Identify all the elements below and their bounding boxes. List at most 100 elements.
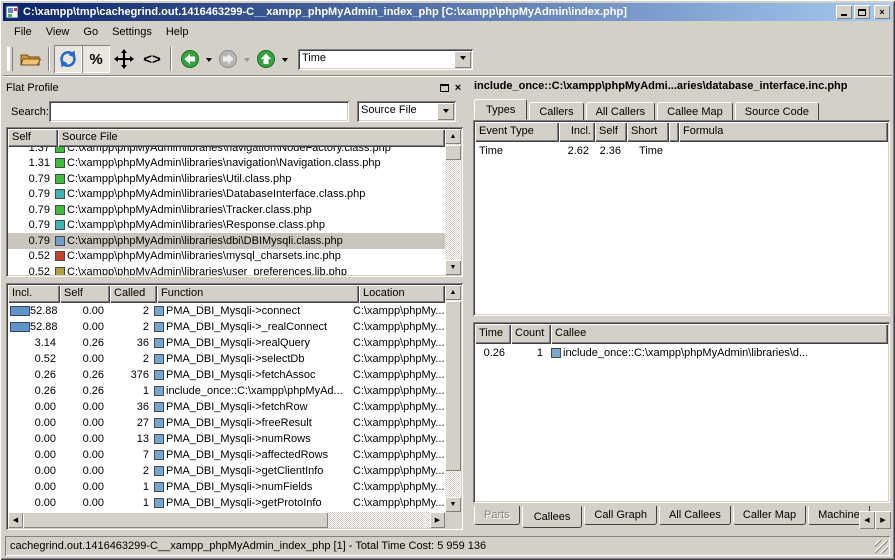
source-file-row[interactable]: 0.79 C:\xampp\phpMyAdmin\libraries\Track… bbox=[8, 202, 445, 218]
source-file-row[interactable]: 0.79 C:\xampp\phpMyAdmin\libraries\Datab… bbox=[8, 187, 445, 203]
function-row[interactable]: 0.00 0.00 13 PMA_DBI_Mysqli->numRows C:\… bbox=[8, 431, 445, 447]
scroll-left-button[interactable]: ◀ bbox=[8, 512, 23, 528]
flat-profile-dock: Flat Profile × Search: Source File Self … bbox=[3, 78, 468, 533]
menu-item[interactable]: Settings bbox=[105, 24, 159, 40]
menu-item[interactable]: File bbox=[7, 24, 39, 40]
detail-bottom-tab[interactable]: Call Graph bbox=[584, 506, 657, 525]
function-row[interactable]: 0.00 0.00 36 PMA_DBI_Mysqli->fetchRow C:… bbox=[8, 399, 445, 415]
relative-to-parent-button[interactable]: <> bbox=[138, 45, 166, 73]
arrow-down-icon: ▼ bbox=[450, 264, 457, 271]
source-file-row[interactable]: 0.52 C:\xampp\phpMyAdmin\libraries\user_… bbox=[8, 264, 445, 275]
scrollbar-thumb[interactable] bbox=[23, 512, 328, 528]
column-header-formula[interactable]: Formula bbox=[679, 122, 888, 142]
detail-bottom-tab[interactable]: All Callees bbox=[659, 506, 731, 525]
function-list-vscrollbar[interactable]: ▲ ▼ bbox=[445, 285, 461, 512]
column-header-function[interactable]: Function bbox=[157, 285, 359, 303]
source-file-row[interactable]: 0.79 C:\xampp\phpMyAdmin\libraries\dbi\D… bbox=[8, 233, 445, 249]
function-row[interactable]: 3.14 0.26 36 PMA_DBI_Mysqli->realQuery C… bbox=[8, 335, 445, 351]
tab-scroll-right-button[interactable]: ▶ bbox=[875, 511, 891, 529]
group-by-selector[interactable]: Source File bbox=[357, 101, 456, 122]
scroll-down-button[interactable]: ▼ bbox=[445, 497, 461, 512]
column-header-short[interactable]: Short bbox=[627, 122, 669, 142]
menu-item[interactable]: Help bbox=[159, 24, 196, 40]
source-file-row[interactable]: 0.79 C:\xampp\phpMyAdmin\libraries\Util.… bbox=[8, 171, 445, 187]
forward-dropdown[interactable] bbox=[242, 46, 252, 72]
column-header-time[interactable]: Time bbox=[475, 324, 511, 344]
column-header-event-type[interactable]: Event Type bbox=[475, 122, 559, 142]
detail-bottom-tab[interactable]: Caller Map bbox=[733, 506, 806, 525]
expand-areas-button[interactable] bbox=[110, 45, 138, 73]
forward-button[interactable] bbox=[214, 45, 242, 73]
function-row[interactable]: 0.26 0.26 376 PMA_DBI_Mysqli->fetchAssoc… bbox=[8, 367, 445, 383]
function-row[interactable]: 52.88 0.00 2 PMA_DBI_Mysqli->_realConnec… bbox=[8, 319, 445, 335]
dock-titlebar[interactable]: Flat Profile × bbox=[3, 78, 468, 97]
detail-bottom-tabs: PartsCalleesCall GraphAll CalleesCaller … bbox=[474, 506, 889, 530]
incl-value: 0.26 bbox=[35, 369, 60, 381]
column-header-location[interactable]: Location bbox=[359, 285, 445, 303]
source-list-vscrollbar[interactable]: ▲ ▼ bbox=[445, 129, 461, 275]
menu-item[interactable]: View bbox=[39, 24, 77, 40]
function-row[interactable]: 52.88 0.00 2 PMA_DBI_Mysqli->connect C:\… bbox=[8, 303, 445, 319]
up-button[interactable] bbox=[252, 45, 280, 73]
incl-cell: 0.00 bbox=[8, 497, 60, 509]
maximize-button[interactable] bbox=[854, 5, 870, 19]
group-by-dropdown-button[interactable] bbox=[437, 103, 454, 120]
scrollbar-thumb[interactable] bbox=[445, 301, 461, 471]
scroll-up-button[interactable]: ▲ bbox=[445, 285, 461, 300]
scroll-right-button[interactable]: ▶ bbox=[430, 512, 445, 528]
cycle-detection-button[interactable] bbox=[54, 45, 82, 73]
column-header-incl[interactable]: Incl. bbox=[8, 285, 60, 303]
back-button[interactable] bbox=[176, 45, 204, 73]
toolbar-handle[interactable] bbox=[7, 47, 13, 71]
minimize-button[interactable] bbox=[836, 5, 852, 19]
detail-bottom-tab[interactable]: Parts bbox=[474, 506, 520, 525]
source-file-row[interactable]: 0.79 C:\xampp\phpMyAdmin\libraries\Respo… bbox=[8, 218, 445, 234]
function-row[interactable]: 0.00 0.00 1 PMA_DBI_Mysqli->numFields C:… bbox=[8, 479, 445, 495]
source-file-row[interactable]: 0.52 C:\xampp\phpMyAdmin\libraries\mysql… bbox=[8, 249, 445, 265]
detail-tab[interactable]: Callers bbox=[529, 102, 583, 121]
back-dropdown[interactable] bbox=[204, 46, 214, 72]
function-row[interactable]: 0.00 0.00 1 PMA_DBI_Mysqli->getProtoInfo… bbox=[8, 495, 445, 511]
source-file-row[interactable]: 1.37 C:\xampp\phpMyAdmin\libraries\navig… bbox=[8, 147, 445, 156]
relative-percent-button[interactable]: % bbox=[82, 45, 110, 73]
scroll-down-button[interactable]: ▼ bbox=[445, 260, 461, 275]
resize-grip[interactable] bbox=[875, 540, 888, 553]
tab-scroll-left-button[interactable]: ◀ bbox=[859, 511, 875, 529]
column-header-incl[interactable]: Incl. bbox=[559, 122, 595, 142]
detail-tab[interactable]: Callee Map bbox=[657, 102, 733, 121]
up-dropdown[interactable] bbox=[280, 46, 290, 72]
source-file-row[interactable]: 1.31 C:\xampp\phpMyAdmin\libraries\navig… bbox=[8, 156, 445, 172]
detail-tab[interactable]: All Callers bbox=[586, 102, 656, 121]
search-label: Search: bbox=[5, 106, 49, 118]
detail-tab[interactable]: Types bbox=[474, 99, 527, 120]
column-header-self[interactable]: Self bbox=[60, 285, 110, 303]
scroll-up-button[interactable]: ▲ bbox=[445, 129, 461, 144]
event-type-selector[interactable]: Time bbox=[298, 49, 473, 70]
function-row[interactable]: 0.52 0.00 2 PMA_DBI_Mysqli->selectDb C:\… bbox=[8, 351, 445, 367]
close-button[interactable]: × bbox=[874, 5, 890, 19]
event-type-dropdown-button[interactable] bbox=[454, 51, 471, 68]
column-header-source-file[interactable]: Source File bbox=[58, 129, 445, 147]
open-file-button[interactable] bbox=[16, 45, 44, 73]
function-row[interactable]: 0.00 0.00 7 PMA_DBI_Mysqli->affectedRows… bbox=[8, 447, 445, 463]
column-header-called[interactable]: Called bbox=[110, 285, 157, 303]
column-header-count[interactable]: Count bbox=[511, 324, 551, 344]
column-header-self[interactable]: Self bbox=[8, 129, 58, 147]
column-header-callee[interactable]: Callee bbox=[551, 324, 888, 344]
scrollbar-thumb[interactable] bbox=[445, 145, 461, 160]
search-input[interactable] bbox=[49, 101, 349, 122]
detail-tab[interactable]: Source Code bbox=[735, 102, 819, 121]
function-row[interactable]: 0.26 0.26 1 include_once::C:\xampp\phpMy… bbox=[8, 383, 445, 399]
detail-bottom-tab[interactable]: Callees bbox=[522, 506, 583, 528]
dock-float-button[interactable] bbox=[437, 81, 451, 95]
event-type-row[interactable]: Time 2.62 2.36 Time bbox=[475, 142, 888, 159]
function-row[interactable]: 0.00 0.00 2 PMA_DBI_Mysqli->getClientInf… bbox=[8, 463, 445, 479]
function-row[interactable]: 0.00 0.00 27 PMA_DBI_Mysqli->freeResult … bbox=[8, 415, 445, 431]
callee-row[interactable]: 0.26 1 include_once::C:\xampp\phpMyAdmin… bbox=[475, 344, 888, 361]
column-header-self[interactable]: Self bbox=[595, 122, 627, 142]
column-header-blank[interactable] bbox=[669, 122, 679, 142]
function-list-hscrollbar[interactable]: ◀ ▶ bbox=[8, 512, 445, 528]
dock-close-button[interactable]: × bbox=[451, 81, 465, 95]
menu-item[interactable]: Go bbox=[76, 24, 105, 40]
window-titlebar[interactable]: C:\xampp\tmp\cachegrind.out.1416463299-C… bbox=[3, 3, 892, 21]
